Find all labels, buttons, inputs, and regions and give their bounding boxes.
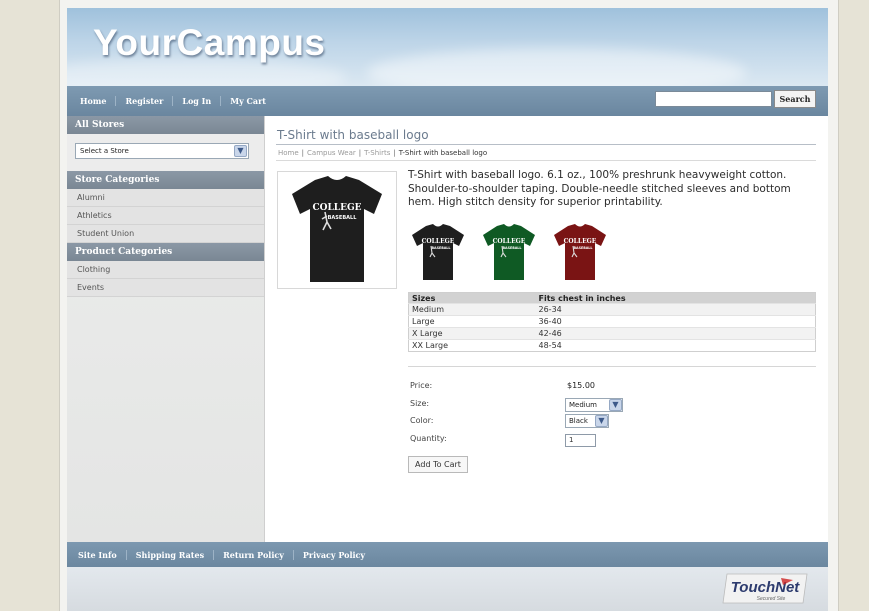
- sidebar-item-clothing[interactable]: Clothing: [67, 261, 264, 279]
- tshirt-green-thumb-image: COLLEGE BASEBALL: [483, 224, 535, 280]
- nav-home-link[interactable]: Home: [71, 96, 117, 106]
- size-select-value: Medium: [569, 401, 597, 409]
- thumbnail-green-shirt[interactable]: COLLEGE BASEBALL: [477, 222, 541, 282]
- table-header: Fits chest in inches: [535, 292, 816, 304]
- store-categories-heading: Store Categories: [67, 171, 264, 189]
- quantity-label: Quantity:: [410, 434, 447, 443]
- all-stores-heading: All Stores: [67, 116, 264, 134]
- top-navigation: Home Register Log In My Cart Search: [67, 86, 828, 116]
- breadcrumb-separator: |: [301, 149, 305, 157]
- chevron-down-icon: ▼: [609, 399, 622, 411]
- table-cell: 36-40: [535, 315, 816, 328]
- add-to-cart-button[interactable]: Add To Cart: [408, 456, 468, 473]
- site-header: YourCampus: [67, 8, 828, 86]
- store-select-value: Select a Store: [80, 147, 129, 155]
- product-main-image[interactable]: COLLEGE BASEBALL: [277, 171, 397, 289]
- sidebar-item-alumni[interactable]: Alumni: [67, 189, 264, 207]
- table-cell: Large: [408, 315, 536, 328]
- breadcrumb-tshirts-link[interactable]: T-Shirts: [364, 149, 390, 157]
- product-categories-heading: Product Categories: [67, 243, 264, 261]
- svg-text:COLLEGE: COLLEGE: [564, 238, 597, 245]
- tshirt-black-large-image: COLLEGE BASEBALL: [292, 176, 382, 282]
- thumbnail-red-shirt[interactable]: COLLEGE BASEBALL: [548, 222, 612, 282]
- color-label: Color:: [410, 416, 434, 425]
- breadcrumb-separator: |: [358, 149, 362, 157]
- price-label: Price:: [410, 381, 433, 390]
- table-cell: 26-34: [535, 303, 816, 316]
- nav-my-cart-link[interactable]: My Cart: [221, 96, 275, 106]
- search-button[interactable]: Search: [774, 90, 816, 108]
- breadcrumb-current: T-Shirt with baseball logo: [398, 149, 488, 157]
- thumbnail-black-shirt[interactable]: COLLEGE BASEBALL: [406, 222, 470, 282]
- table-cell: XX Large: [408, 339, 536, 352]
- sidebar: All Stores Select a Store ▼ Store Catego…: [67, 116, 265, 542]
- svg-text:COLLEGE: COLLEGE: [493, 238, 526, 245]
- footer-site-info-link[interactable]: Site Info: [69, 549, 127, 560]
- site-container: YourCampus Home Register Log In My Cart …: [67, 8, 828, 611]
- tshirt-red-thumb-image: COLLEGE BASEBALL: [554, 224, 606, 280]
- breadcrumb-campus-wear-link[interactable]: Campus Wear: [307, 149, 356, 157]
- sidebar-item-student-union[interactable]: Student Union: [67, 225, 264, 243]
- svg-text:COLLEGE: COLLEGE: [312, 203, 361, 213]
- chevron-down-icon: ▼: [234, 145, 247, 157]
- table-cell: 42-46: [535, 327, 816, 340]
- footer-bottom: TouchNet Secured Site: [67, 567, 828, 611]
- nav-register-link[interactable]: Register: [116, 96, 174, 106]
- footer-shipping-rates-link[interactable]: Shipping Rates: [127, 549, 215, 560]
- table-row: Medium 26-34: [408, 303, 816, 316]
- site-title[interactable]: YourCampus: [93, 22, 326, 64]
- svg-text:BASEBALL: BASEBALL: [503, 246, 523, 250]
- breadcrumb-separator: |: [393, 149, 396, 157]
- nav-login-link[interactable]: Log In: [173, 96, 222, 106]
- color-select-value: Black: [569, 417, 588, 425]
- breadcrumb: Home | Campus Wear | T-Shirts | T-Shirt …: [278, 149, 487, 157]
- svg-text:COLLEGE: COLLEGE: [422, 238, 455, 245]
- form-divider: [408, 366, 816, 367]
- footer-return-policy-link[interactable]: Return Policy: [214, 549, 294, 560]
- svg-text:Secured Site: Secured Site: [757, 596, 786, 602]
- search-input[interactable]: [655, 91, 772, 107]
- sidebar-item-athletics[interactable]: Athletics: [67, 207, 264, 225]
- sidebar-item-events[interactable]: Events: [67, 279, 264, 297]
- table-cell: X Large: [408, 327, 536, 340]
- table-header: Sizes: [408, 292, 536, 304]
- breadcrumb-divider: [276, 160, 816, 161]
- product-description: T-Shirt with baseball logo. 6.1 oz., 100…: [408, 169, 791, 208]
- touchnet-secured-logo[interactable]: TouchNet Secured Site: [721, 571, 809, 606]
- page-title: T-Shirt with baseball logo: [277, 128, 429, 142]
- footer-navigation: Site Info Shipping Rates Return Policy P…: [67, 542, 828, 567]
- size-label: Size:: [410, 399, 430, 408]
- title-divider: [276, 144, 816, 145]
- svg-text:BASEBALL: BASEBALL: [574, 246, 594, 250]
- main-content: T-Shirt with baseball logo Home | Campus…: [265, 116, 828, 542]
- size-chart-table: Sizes Fits chest in inches Medium 26-34 …: [408, 292, 816, 352]
- size-select[interactable]: Medium ▼: [565, 398, 623, 412]
- table-cell: Medium: [408, 303, 536, 316]
- svg-text:BASEBALL: BASEBALL: [328, 215, 358, 221]
- store-select[interactable]: Select a Store ▼: [75, 143, 249, 159]
- table-row: Large 36-40: [408, 315, 816, 328]
- svg-text:BASEBALL: BASEBALL: [432, 246, 452, 250]
- price-value: $15.00: [567, 381, 595, 390]
- table-row: XX Large 48-54: [408, 339, 816, 352]
- table-row: X Large 42-46: [408, 327, 816, 340]
- chevron-down-icon: ▼: [595, 415, 608, 427]
- quantity-input[interactable]: 1: [565, 434, 596, 447]
- footer-privacy-policy-link[interactable]: Privacy Policy: [294, 550, 374, 560]
- color-select[interactable]: Black ▼: [565, 414, 609, 428]
- table-cell: 48-54: [535, 339, 816, 352]
- tshirt-black-thumb-image: COLLEGE BASEBALL: [412, 224, 464, 280]
- breadcrumb-home-link[interactable]: Home: [278, 149, 299, 157]
